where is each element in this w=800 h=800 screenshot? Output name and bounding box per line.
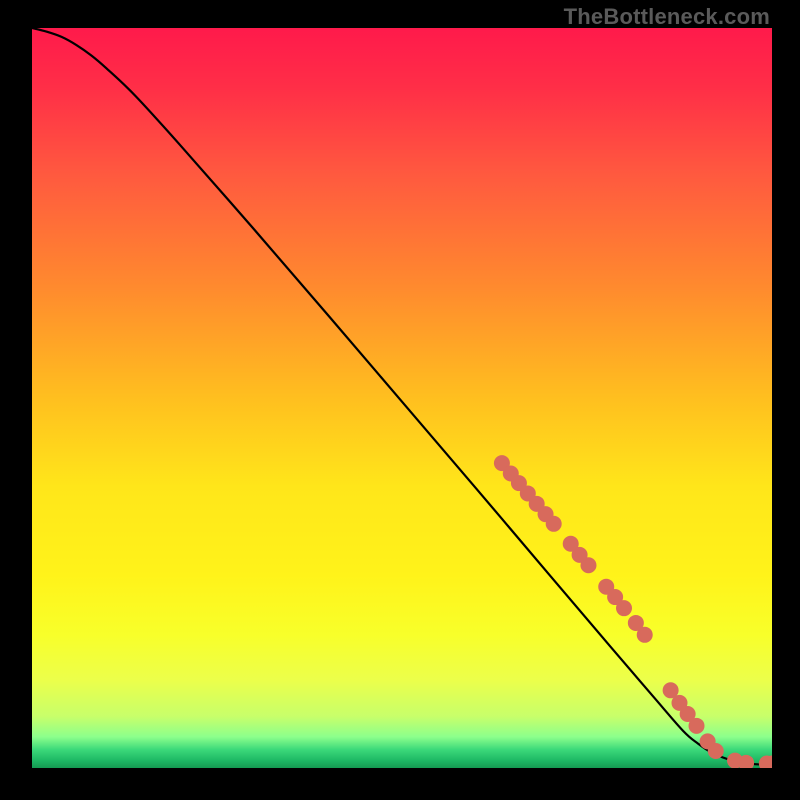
data-marker [580, 557, 596, 573]
data-marker [689, 718, 705, 734]
gradient-bg [32, 28, 772, 768]
data-marker [546, 516, 562, 532]
watermark-text: TheBottleneck.com [564, 4, 770, 30]
data-marker [708, 743, 724, 759]
outer-frame: TheBottleneck.com [0, 0, 800, 800]
chart-plot [32, 28, 772, 768]
data-marker [637, 627, 653, 643]
data-marker [616, 600, 632, 616]
